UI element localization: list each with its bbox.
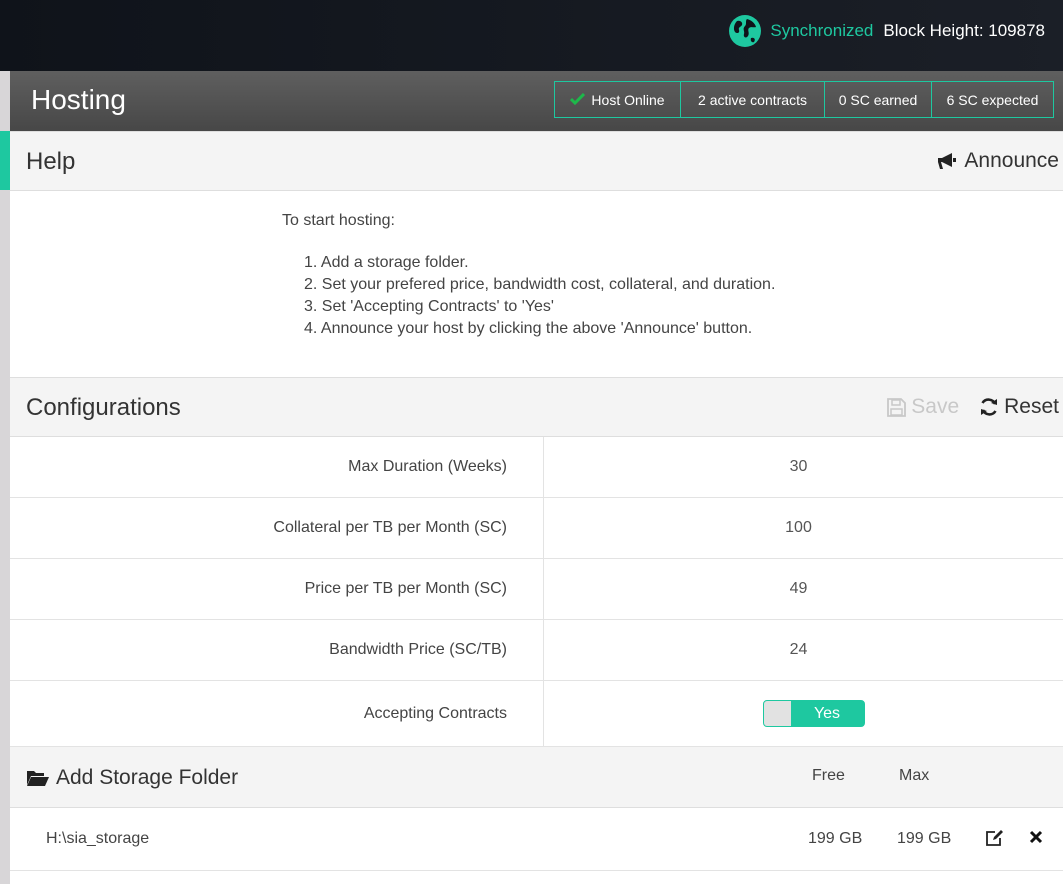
stat-label: 6 SC expected [946, 91, 1039, 108]
column-header-free: Free [812, 767, 845, 784]
page-title: Hosting [31, 84, 126, 115]
block-height: Block Height: 109878 [883, 21, 1045, 40]
reset-label: Reset [1004, 395, 1059, 418]
stat-label: 2 active contracts [698, 91, 807, 108]
help-step: 2. Set your prefered price, bandwidth co… [304, 276, 776, 293]
sync-status-text: Synchronized [770, 21, 874, 40]
config-title: Configurations [26, 394, 181, 421]
config-label: Collateral per TB per Month (SC) [10, 498, 544, 558]
config-header: Configurations Save Reset [10, 377, 1063, 437]
config-row-price: Price per TB per Month (SC) 49 [10, 559, 1063, 620]
stat-label: 0 SC earned [838, 91, 918, 108]
add-storage-label: Add Storage Folder [56, 766, 239, 789]
stat-sc-expected: 6 SC expected [932, 82, 1053, 117]
config-label: Bandwidth Price (SC/TB) [10, 620, 544, 680]
folder-free: 199 GB [808, 830, 863, 847]
save-button[interactable]: Save [887, 395, 959, 419]
stat-sc-earned: 0 SC earned [825, 82, 932, 117]
globe-icon [729, 15, 762, 47]
announce-label: Announce [964, 149, 1059, 172]
left-sidebar-strip [0, 71, 10, 884]
add-storage-folder-button[interactable]: Add Storage Folder [26, 766, 238, 790]
config-label: Accepting Contracts [10, 681, 544, 746]
storage-header: Add Storage Folder Free Max [10, 747, 1063, 808]
max-duration-input[interactable]: 30 [544, 437, 1063, 497]
help-intro: To start hosting: [282, 212, 395, 229]
storage-folder-row: H:\sia_storage 199 GB 199 GB [10, 808, 1063, 871]
help-header: Help Announce [10, 131, 1063, 191]
help-step: 1. Add a storage folder. [304, 254, 469, 271]
sync-status: Synchronized Block Height: 109878 [729, 14, 1045, 48]
bullhorn-icon [938, 153, 957, 169]
accepting-cell: Yes [544, 681, 1063, 746]
floppy-disk-icon [887, 397, 907, 417]
bandwidth-price-input[interactable]: 24 [544, 620, 1063, 680]
config-row-bandwidth: Bandwidth Price (SC/TB) 24 [10, 620, 1063, 681]
help-steps: 1. Add a storage folder. 2. Set your pre… [304, 252, 775, 340]
folder-path: H:\sia_storage [46, 830, 150, 847]
help-step: 4. Announce your host by clicking the ab… [304, 320, 753, 337]
reset-button[interactable]: Reset [979, 395, 1059, 419]
folder-max: 199 GB [897, 830, 952, 847]
config-row-max-duration: Max Duration (Weeks) 30 [10, 437, 1063, 498]
collateral-input[interactable]: 100 [544, 498, 1063, 558]
config-row-collateral: Collateral per TB per Month (SC) 100 [10, 498, 1063, 559]
announce-button[interactable]: Announce [936, 149, 1059, 173]
left-accent-bar [0, 131, 10, 190]
config-label: Price per TB per Month (SC) [10, 559, 544, 619]
stat-host-online: Host Online [555, 82, 681, 117]
save-label: Save [911, 395, 960, 418]
edit-icon[interactable] [985, 829, 1004, 852]
config-row-accepting: Accepting Contracts Yes [10, 681, 1063, 747]
config-actions: Save Reset [887, 395, 1059, 419]
toggle-knob [763, 701, 791, 726]
config-table: Max Duration (Weeks) 30 Collateral per T… [10, 437, 1063, 747]
accepting-contracts-toggle[interactable]: Yes [762, 700, 865, 727]
refresh-icon [981, 398, 998, 416]
help-title: Help [26, 148, 76, 175]
toggle-label: Yes [813, 704, 841, 722]
price-input[interactable]: 49 [544, 559, 1063, 619]
check-icon [570, 92, 586, 108]
config-label: Max Duration (Weeks) [10, 437, 544, 497]
host-stats: Host Online 2 active contracts 0 SC earn… [554, 81, 1054, 118]
help-step: 3. Set 'Accepting Contracts' to 'Yes' [304, 298, 554, 315]
stat-label: Host Online [591, 91, 665, 108]
column-header-max: Max [899, 767, 930, 784]
close-icon[interactable] [1029, 830, 1043, 849]
hosting-header: Hosting Host Online 2 active contracts 0… [10, 71, 1063, 131]
folder-open-icon [27, 771, 49, 786]
stat-active-contracts: 2 active contracts [681, 82, 825, 117]
top-bar: Synchronized Block Height: 109878 [0, 0, 1063, 71]
help-body: To start hosting: 1. Add a storage folde… [10, 191, 1063, 377]
